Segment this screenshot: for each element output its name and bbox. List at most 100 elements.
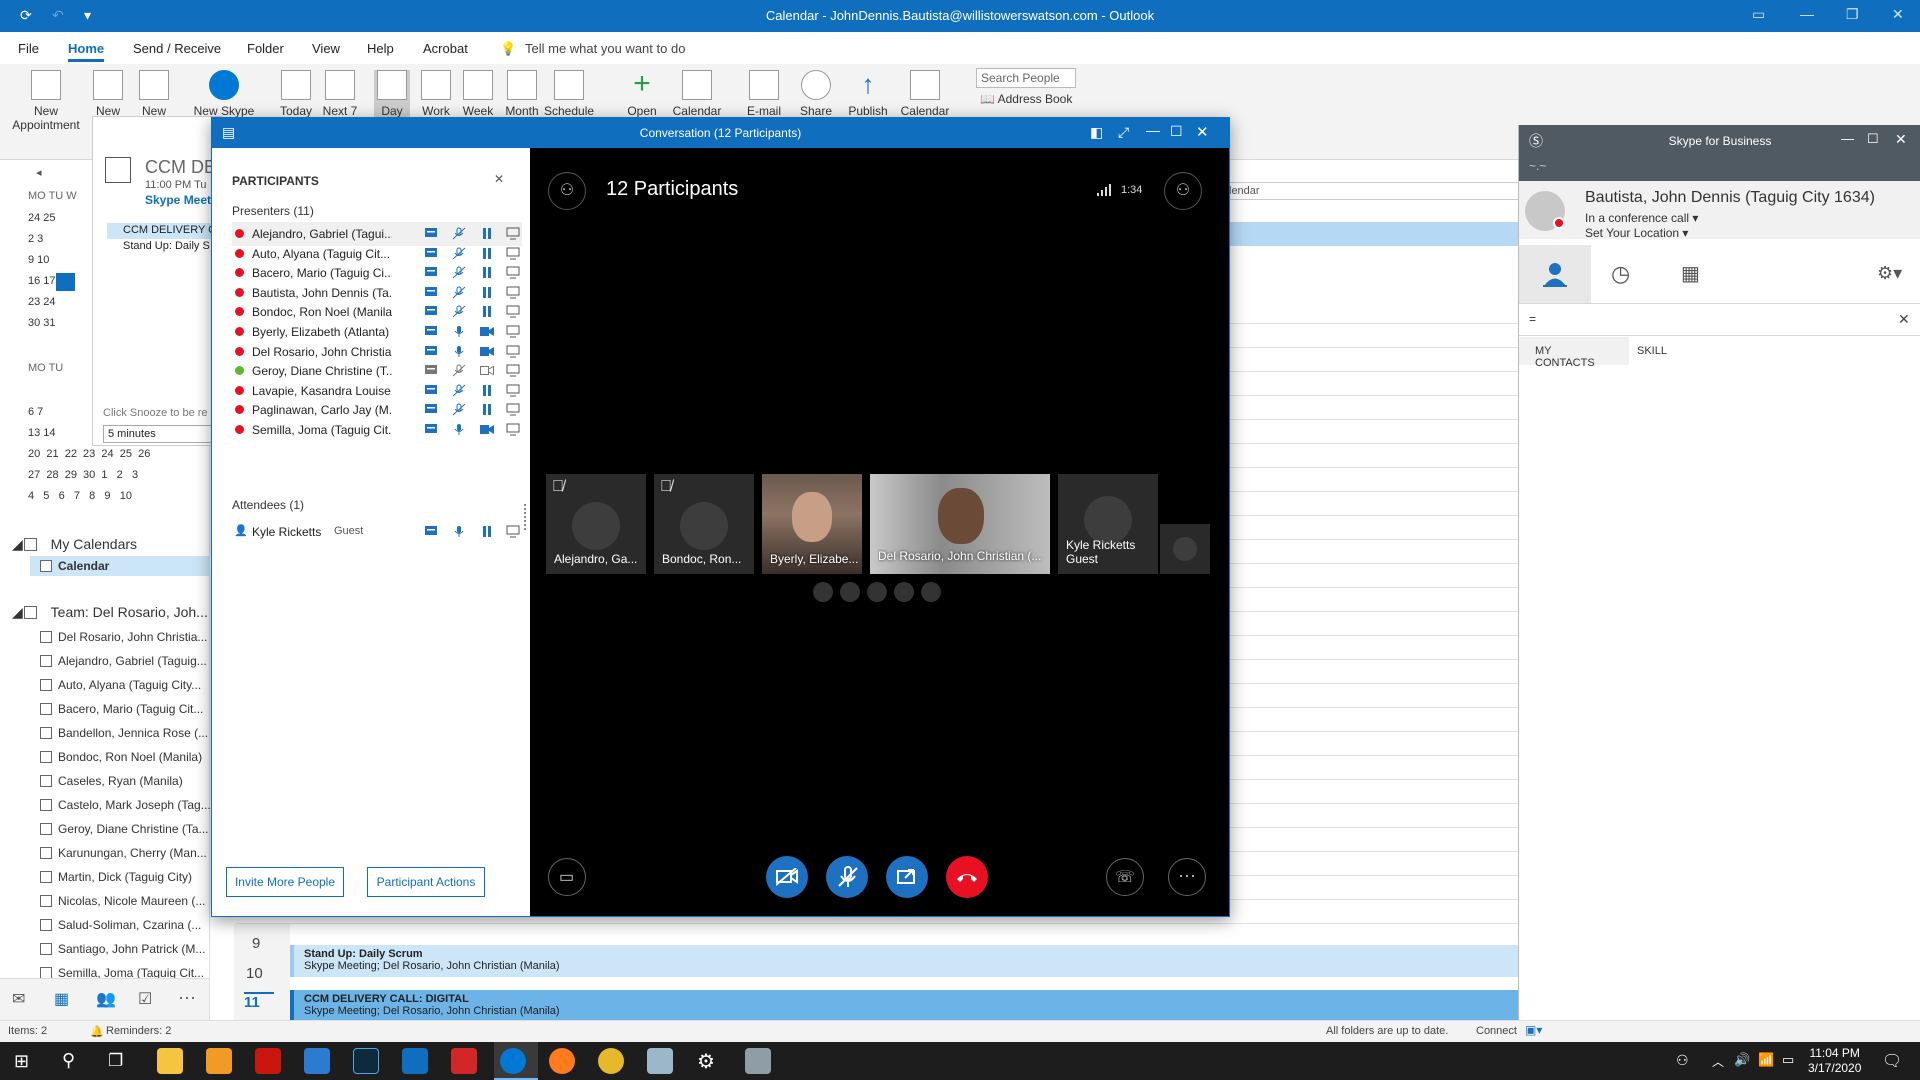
tab-send-receive[interactable]: Send / Receive: [133, 41, 221, 56]
checkbox[interactable]: [40, 967, 52, 978]
more-icon[interactable]: ···: [178, 987, 196, 1008]
tab-home[interactable]: Home: [68, 41, 105, 62]
checkbox[interactable]: [40, 943, 52, 955]
volume-icon[interactable]: 🔊: [1734, 1052, 1750, 1068]
mini-cal-week[interactable]: 27 28 29 30 1 2 3: [28, 469, 138, 481]
windows-start-icon[interactable]: ⊞: [14, 1051, 29, 1072]
maximize-icon[interactable]: ☐: [1867, 131, 1879, 147]
address-book-button[interactable]: 📖 Address Book: [980, 92, 1072, 106]
checkbox[interactable]: [40, 631, 52, 643]
appointment-standup[interactable]: Stand Up: Daily Scrum Skype Meeting; Del…: [290, 945, 1518, 977]
maximize-icon[interactable]: ☐: [1170, 123, 1183, 140]
task-view-icon[interactable]: ❐: [108, 1051, 123, 1071]
minimize-icon[interactable]: —: [1800, 6, 1814, 22]
team-member[interactable]: Bondoc, Ron Noel (Manila): [40, 750, 202, 764]
more-options-button[interactable]: ···: [1168, 858, 1206, 896]
overflow-participants[interactable]: [813, 582, 943, 602]
checkbox[interactable]: [40, 799, 52, 811]
my-calendars-group[interactable]: ◢ My Calendars: [12, 536, 137, 553]
calendar-module-icon[interactable]: ▦: [54, 989, 69, 1009]
open-calendar-button[interactable]: + Open: [622, 69, 662, 119]
set-location[interactable]: Set Your Location ▾: [1585, 226, 1688, 240]
work-week-button[interactable]: Work: [418, 70, 454, 118]
checkbox[interactable]: [40, 919, 52, 931]
mini-cal-week[interactable]: 23 24: [28, 296, 56, 308]
clear-search-icon[interactable]: ✕: [1898, 311, 1910, 328]
video-toggle-button[interactable]: [766, 856, 808, 898]
new-appointment-button[interactable]: New Appointment: [8, 70, 84, 132]
team-member[interactable]: Karunungan, Cherry (Man...: [40, 846, 207, 860]
team-member[interactable]: Auto, Alyana (Taguig City...: [40, 678, 201, 692]
notepad-icon[interactable]: [647, 1048, 673, 1074]
contacts-tab[interactable]: [1519, 245, 1591, 303]
restore-icon[interactable]: ❐: [1846, 6, 1859, 23]
calendar-folder[interactable]: Calendar: [40, 559, 109, 573]
status-reminders[interactable]: Reminders: 2: [106, 1025, 171, 1037]
tasks-icon[interactable]: ☑: [138, 989, 152, 1009]
clock[interactable]: 11:04 PM 3/17/2020: [1808, 1046, 1861, 1076]
ribbon-display-icon[interactable]: ▭: [1752, 6, 1765, 23]
mini-cal-prev-icon[interactable]: ◂: [36, 166, 42, 179]
new-skype-meeting-button[interactable]: New Skype: [182, 70, 266, 118]
close-icon[interactable]: ✕: [1892, 6, 1904, 23]
reminder-item[interactable]: CCM DELIVERY C: [107, 223, 223, 239]
team-member[interactable]: Castelo, Mark Joseph (Tag...: [40, 798, 211, 812]
presenter-row[interactable]: Semilla, Joma (Taguig Cit...: [232, 418, 522, 442]
sublime-text-icon[interactable]: [206, 1048, 232, 1074]
team-member[interactable]: Geroy, Diane Christine (Ta...: [40, 822, 209, 836]
outlook-taskbar-icon[interactable]: [402, 1048, 428, 1074]
meetings-calendar-icon[interactable]: ▦: [1681, 261, 1700, 286]
week-view-button[interactable]: Week: [460, 70, 496, 118]
tab-view[interactable]: View: [312, 41, 340, 56]
video-tile-active-speaker[interactable]: Del Rosario, John Christian (...: [870, 474, 1050, 574]
presence-status[interactable]: In a conference call ▾: [1585, 211, 1698, 225]
schedule-view-button[interactable]: Schedule: [544, 70, 594, 118]
tell-me-search[interactable]: Tell me what you want to do: [525, 41, 685, 56]
tab-file[interactable]: File: [18, 41, 39, 56]
participant-actions-button[interactable]: Participant Actions: [367, 867, 485, 897]
firefox-icon[interactable]: [549, 1048, 575, 1074]
search-icon[interactable]: ⚲: [62, 1050, 75, 1071]
checkbox[interactable]: [40, 847, 52, 859]
reminder-item[interactable]: Stand Up: Daily S: [107, 239, 223, 255]
mini-cal-week[interactable]: 16 17: [28, 275, 56, 287]
chrome-icon[interactable]: [598, 1048, 624, 1074]
team-member[interactable]: Martin, Dick (Taguig City): [40, 870, 192, 884]
checkbox[interactable]: [40, 679, 52, 691]
fullscreen-icon[interactable]: ⤢: [1118, 124, 1129, 141]
team-member[interactable]: Santiago, John Patrick (M...: [40, 942, 205, 956]
settings-icon[interactable]: ⚙: [697, 1049, 715, 1074]
mail-icon[interactable]: ✉: [12, 989, 25, 1009]
next7-button[interactable]: Next 7: [320, 70, 360, 118]
layout-icon[interactable]: ◧: [1090, 124, 1103, 141]
minimize-icon[interactable]: —: [1146, 122, 1160, 138]
mini-cal-week[interactable]: 4 5 6 7 8 9 10: [28, 490, 132, 502]
close-icon[interactable]: ✕: [1196, 123, 1209, 141]
contact-search-input[interactable]: =: [1527, 309, 1913, 331]
checkbox[interactable]: [40, 895, 52, 907]
vscode-icon[interactable]: [304, 1048, 330, 1074]
mini-cal-week[interactable]: 13 14: [28, 427, 56, 439]
mini-cal-week[interactable]: 9 10: [28, 254, 49, 266]
attendee-row[interactable]: 👤 Kyle Ricketts Guest: [232, 520, 522, 544]
video-tile[interactable]: 🎙̸ Alejandro, Ga...: [546, 474, 646, 574]
clock-icon[interactable]: ◷: [1611, 261, 1630, 287]
checkbox[interactable]: [40, 703, 52, 715]
team-calendar-group[interactable]: ◢ Team: Del Rosario, Joh...: [12, 604, 208, 621]
video-tile[interactable]: Kyle Ricketts Guest: [1058, 474, 1158, 574]
mini-cal-week[interactable]: 30 31: [28, 317, 56, 329]
publish-online-button[interactable]: ↑ Publish: [846, 70, 890, 118]
close-pane-icon[interactable]: ✕: [494, 172, 504, 186]
wifi-icon[interactable]: 📶: [1758, 1052, 1774, 1068]
call-controls-button[interactable]: ☏: [1106, 858, 1144, 896]
snooze-select[interactable]: 5 minutes: [103, 425, 213, 443]
file-explorer-icon[interactable]: [157, 1048, 183, 1074]
share-calendar-button[interactable]: Share: [796, 70, 836, 118]
people-taskbar-icon[interactable]: ⚇: [1676, 1052, 1689, 1069]
checkbox[interactable]: [40, 823, 52, 835]
checkbox[interactable]: [40, 655, 52, 667]
people-icon[interactable]: 👥: [96, 989, 116, 1009]
add-participant-icon[interactable]: ⚇: [1164, 172, 1202, 210]
checkbox[interactable]: [40, 751, 52, 763]
mini-cal-week[interactable]: 6 7: [28, 406, 43, 418]
